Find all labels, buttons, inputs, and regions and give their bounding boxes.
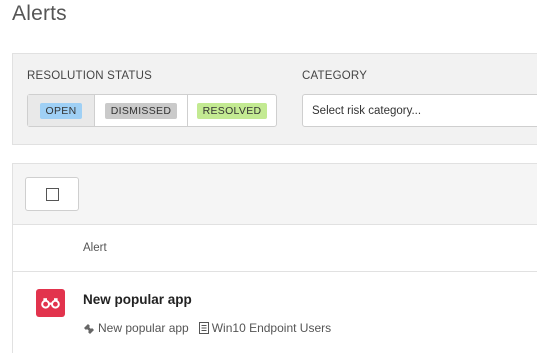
status-open-label: OPEN: [39, 102, 83, 119]
alert-policy-link[interactable]: Win10 Endpoint Users: [198, 321, 332, 335]
table-header: Alert: [13, 225, 537, 272]
alert-policy-text: Win10 Endpoint Users: [211, 321, 332, 335]
category-label: CATEGORY: [302, 70, 368, 82]
alert-app-text: New popular app: [98, 321, 189, 335]
page-title: Alerts: [12, 2, 67, 25]
category-select[interactable]: Select risk category...: [302, 94, 537, 127]
status-dismissed-button[interactable]: DISMISSED: [95, 95, 188, 126]
status-resolved-label: RESOLVED: [196, 102, 268, 119]
document-list-icon: [198, 322, 209, 334]
column-header-alert[interactable]: Alert: [83, 242, 107, 254]
category-select-placeholder: Select risk category...: [312, 104, 422, 117]
status-open-button[interactable]: OPEN: [28, 95, 95, 126]
filter-panel: RESOLUTION STATUS OPEN DISMISSED RESOLVE…: [12, 53, 537, 145]
app-puzzle-icon: [83, 323, 95, 334]
status-resolved-button[interactable]: RESOLVED: [188, 95, 276, 126]
alert-title[interactable]: New popular app: [83, 292, 192, 307]
table-toolbar: [13, 164, 537, 225]
resolution-status-toggle-group: OPEN DISMISSED RESOLVED: [27, 94, 277, 127]
status-dismissed-label: DISMISSED: [104, 102, 178, 119]
alerts-table: Alert New popular app New popular app Wi…: [12, 163, 537, 354]
alert-app-link[interactable]: New popular app: [83, 321, 189, 335]
binoculars-icon: [36, 289, 65, 317]
select-all-button[interactable]: [25, 177, 79, 211]
table-row[interactable]: New popular app New popular app Win10 En…: [13, 272, 537, 354]
alert-meta: New popular app Win10 Endpoint Users: [83, 321, 331, 335]
resolution-status-label: RESOLUTION STATUS: [27, 70, 153, 82]
select-all-checkbox[interactable]: [45, 187, 59, 201]
